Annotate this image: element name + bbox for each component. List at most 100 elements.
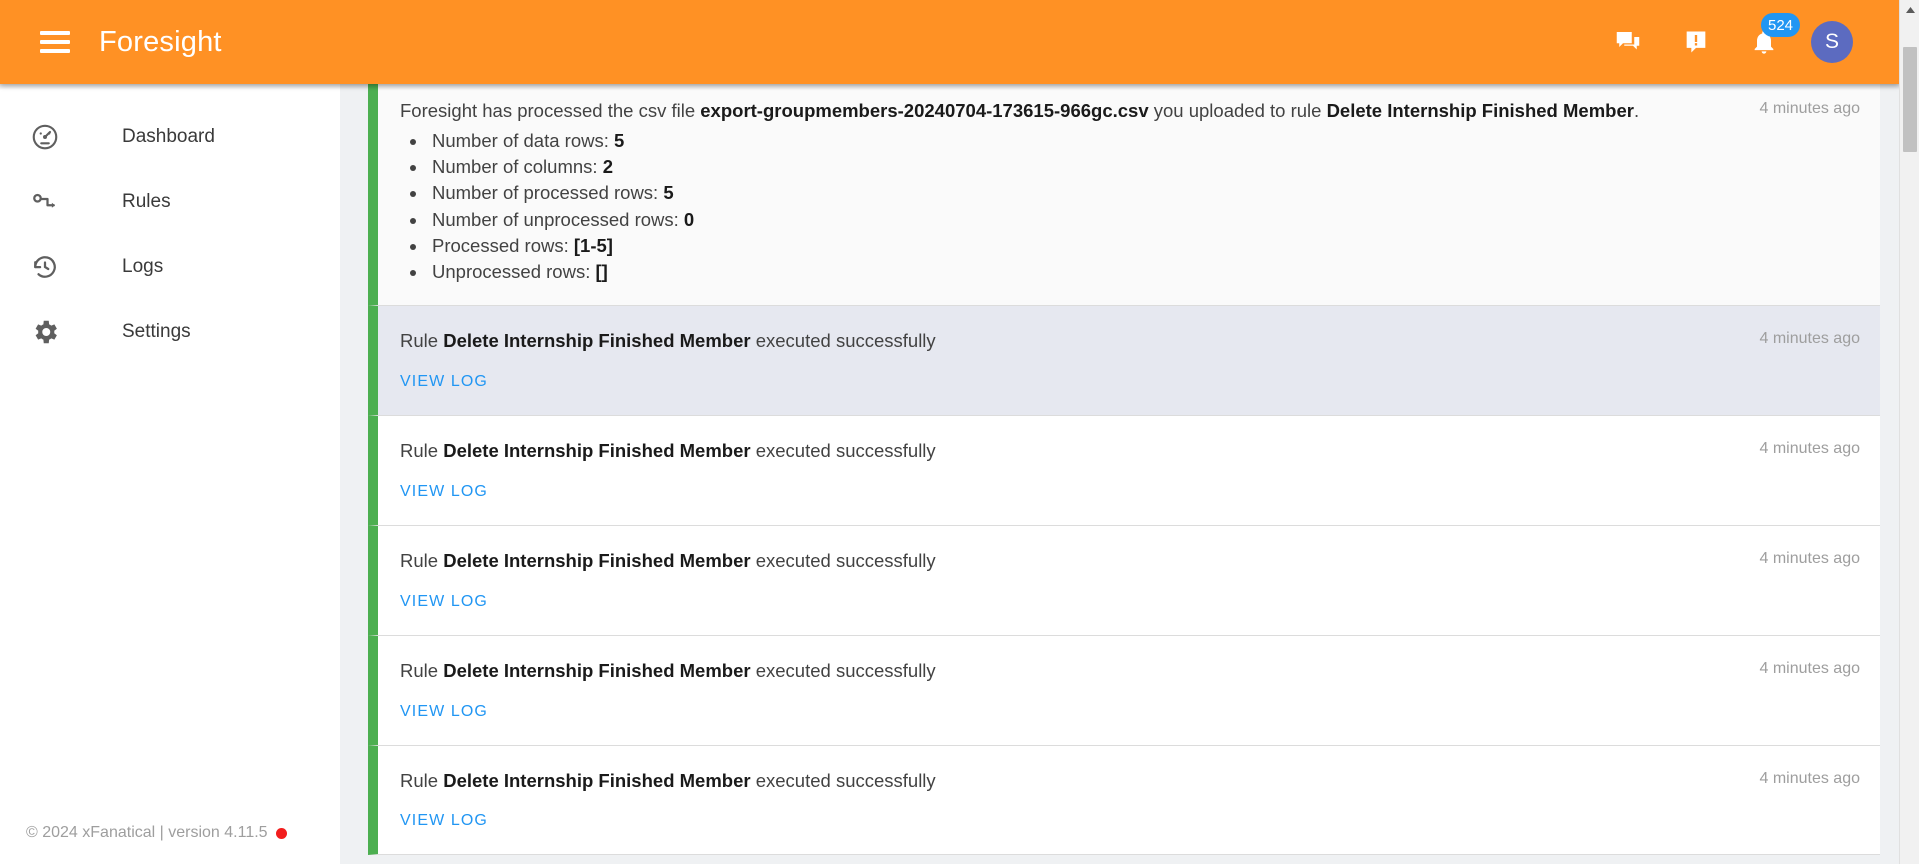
notification-card-csv-processed[interactable]: Foresight has processed the csv file exp… [368,84,1880,307]
history-clock-icon [25,247,65,287]
app-header: Foresight 524 S [0,0,1899,84]
sidebar-nav: Dashboard Rules Logs Settings [0,84,340,824]
stat-value: 5 [614,129,625,151]
stat-label: Number of unprocessed rows: [432,208,684,230]
rule-executed-text: Rule Delete Internship Finished Member e… [400,768,1680,795]
timestamp: 4 minutes ago [1759,440,1860,458]
bell-icon[interactable]: 524 [1747,13,1801,59]
rule-text-suffix: executed successfully [750,550,936,572]
stat-value: [] [595,261,608,283]
view-log-link[interactable]: VIEW LOG [400,703,488,721]
list-item: Number of data rows: 5 [428,128,1680,154]
gear-icon [25,312,65,352]
chat-bubbles-icon[interactable] [1611,25,1645,59]
stat-value: 0 [683,208,695,230]
view-log-link[interactable]: VIEW LOG [400,812,488,830]
csv-text-suffix: . [1633,100,1640,121]
csv-summary-text: Foresight has processed the csv file exp… [400,98,1680,125]
stat-value: 2 [602,156,613,178]
notification-feed: Foresight has processed the csv file exp… [368,84,1880,856]
app-root: Foresight 524 S Dashboard Rules Logs Set… [0,0,1919,864]
list-item: Number of processed rows: 5 [428,180,1680,206]
card-body: Foresight has processed the csv file exp… [400,98,1860,285]
stat-value: 5 [663,182,674,204]
scrollbar-thumb[interactable] [1903,47,1917,152]
sidebar-item-rules[interactable]: Rules [0,169,340,234]
rule-text-prefix: Rule [400,659,444,681]
hamburger-menu-icon[interactable] [40,31,70,53]
sidebar-item-label: Settings [122,320,191,342]
rule-text-prefix: Rule [400,440,444,462]
notification-card-rule-executed[interactable]: Rule Delete Internship Finished Member e… [368,635,1880,746]
csv-filename: export-groupmembers-20240704-173615-966g… [700,100,1149,121]
main-content: Foresight has processed the csv file exp… [340,84,1899,864]
stat-label: Number of columns: [432,156,603,178]
rule-text-suffix: executed successfully [750,440,936,462]
notification-count-badge: 524 [1761,13,1801,37]
page-title: Foresight [99,25,222,58]
sidebar-item-logs[interactable]: Logs [0,234,340,299]
stat-label: Number of processed rows: [432,182,664,204]
sidebar-footer: © 2024 xFanatical | version 4.11.5 [0,824,340,864]
timestamp: 4 minutes ago [1759,330,1860,348]
avatar[interactable]: S [1811,21,1853,63]
status-indicator-dot [275,827,287,839]
view-log-link[interactable]: VIEW LOG [400,483,488,501]
sidebar-item-dashboard[interactable]: Dashboard [0,104,340,169]
rule-name: Delete Internship Finished Member [443,440,751,462]
timestamp: 4 minutes ago [1759,550,1860,568]
sidebar-item-settings[interactable]: Settings [0,299,340,364]
rule-text-suffix: executed successfully [750,659,936,681]
announcement-exclamation-icon[interactable] [1679,25,1713,59]
rule-text-suffix: executed successfully [750,769,936,791]
rule-name: Delete Internship Finished Member [443,330,751,352]
csv-text-middle: you uploaded to rule [1148,100,1327,121]
notification-card-rule-executed[interactable]: Rule Delete Internship Finished Member e… [368,306,1880,417]
timestamp: 4 minutes ago [1759,769,1860,787]
rule-executed-text: Rule Delete Internship Finished Member e… [400,658,1680,685]
notification-card-rule-executed[interactable]: Rule Delete Internship Finished Member e… [368,526,1880,636]
rule-text-prefix: Rule [400,769,444,791]
sidebar-item-label: Dashboard [122,125,215,147]
key-flow-icon [25,182,65,222]
csv-stats-list: Number of data rows: 5 Number of columns… [428,128,1680,286]
card-body: Rule Delete Internship Finished Member e… [400,548,1860,611]
copyright-version-text: © 2024 xFanatical | version 4.11.5 [26,824,268,841]
sidebar-item-label: Rules [122,190,171,212]
list-item: Processed rows: [1-5] [428,233,1680,259]
view-log-link[interactable]: VIEW LOG [400,373,488,391]
stat-label: Unprocessed rows: [432,261,596,283]
stat-label: Processed rows: [432,234,574,256]
csv-text-prefix: Foresight has processed the csv file [400,100,701,121]
timestamp: 4 minutes ago [1759,659,1860,677]
page-scrollbar[interactable] [1899,0,1919,864]
header-actions: 524 S [1611,13,1853,63]
scroll-up-arrow-icon[interactable] [1900,0,1919,20]
rule-text-prefix: Rule [400,550,444,572]
card-body: Rule Delete Internship Finished Member e… [400,658,1860,721]
card-body: Rule Delete Internship Finished Member e… [400,768,1860,831]
sidebar-item-label: Logs [122,255,164,277]
card-body: Rule Delete Internship Finished Member e… [400,438,1860,501]
card-body: Rule Delete Internship Finished Member e… [400,328,1860,391]
rule-text-suffix: executed successfully [750,330,936,352]
rule-executed-text: Rule Delete Internship Finished Member e… [400,438,1680,465]
sidebar: Dashboard Rules Logs Settings © 2024 xFa… [0,84,340,864]
csv-rule-name: Delete Internship Finished Member [1326,100,1634,121]
rule-name: Delete Internship Finished Member [443,659,751,681]
rule-name: Delete Internship Finished Member [443,550,751,572]
list-item: Number of columns: 2 [428,154,1680,180]
stat-label: Number of data rows: [432,129,614,151]
timestamp: 4 minutes ago [1759,100,1860,117]
speedometer-icon [25,117,65,157]
rule-name: Delete Internship Finished Member [443,769,751,791]
view-log-link[interactable]: VIEW LOG [400,593,488,611]
stat-value: [1-5] [573,234,613,256]
rule-text-prefix: Rule [400,330,444,352]
list-item: Unprocessed rows: [] [428,259,1680,285]
notification-card-rule-executed[interactable]: Rule Delete Internship Finished Member e… [368,416,1880,527]
rule-executed-text: Rule Delete Internship Finished Member e… [400,548,1680,575]
rule-executed-text: Rule Delete Internship Finished Member e… [400,328,1680,355]
list-item: Number of unprocessed rows: 0 [428,207,1680,233]
notification-card-rule-executed[interactable]: Rule Delete Internship Finished Member e… [368,745,1880,856]
